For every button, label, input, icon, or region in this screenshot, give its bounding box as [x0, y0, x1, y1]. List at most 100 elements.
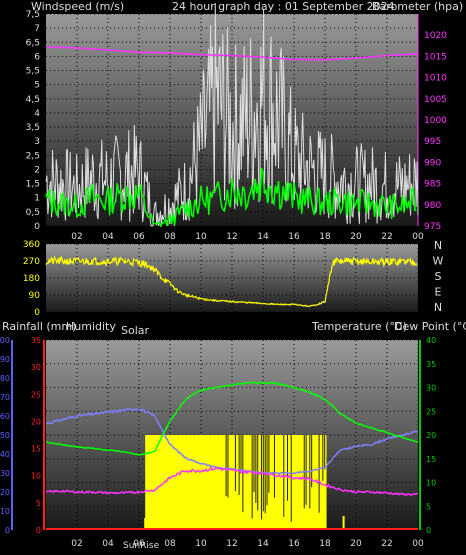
humidity-label: Humidity: [66, 320, 116, 333]
rain-tick-label: 25: [31, 390, 41, 399]
wind-y-tick-label: 3,5: [26, 123, 40, 133]
wind-y-tick-label: 4,5: [26, 95, 40, 105]
temp-tick-label: 5: [426, 502, 431, 511]
x-tick-label: 08: [164, 539, 176, 549]
temp-tick-label: 0: [426, 526, 431, 535]
humidity-tick-label: 70: [0, 393, 10, 402]
windspeed-label: Windspeed (m/s): [31, 0, 124, 13]
compass-label: E: [435, 286, 442, 299]
x-tick-label: 14: [257, 539, 269, 549]
x-tick-label: 22: [381, 232, 392, 242]
barometer-tick-label: 990: [424, 158, 441, 168]
compass-label: N: [434, 239, 442, 252]
barometer-tick-label: 980: [424, 201, 441, 211]
x-tick-label: 20: [350, 539, 362, 549]
wind-panel: 00,511,522,533,544,555,566,577,5 9759809…: [0, 0, 466, 242]
direction-y-tick-label: 360: [23, 240, 40, 250]
humidity-tick-label: 30: [0, 469, 10, 478]
humidity-tick-label: 80: [0, 374, 10, 383]
barometer-tick-label: 995: [424, 137, 441, 147]
humidity-tick-label: 40: [0, 450, 10, 459]
x-tick-label: 12: [226, 232, 237, 242]
direction-y-tick-label: 270: [23, 257, 40, 267]
x-tick-label: 04: [102, 539, 114, 549]
wind-y-tick-label: 2: [34, 165, 40, 175]
weather-graph: 0 0,5 1 1,5 2 2,5 3 3,5 4 4,5 5 5,5 6 6,5 7 7,5 975 980 9…: [0, 0, 466, 555]
x-tick-label: 02: [71, 232, 82, 242]
humidity-tick-label: 100: [0, 336, 10, 345]
x-tick-label: 20: [350, 232, 362, 242]
x-tick-label: 06: [133, 232, 145, 242]
wind-y-tick-label: 3: [34, 137, 40, 147]
rain-tick-label: 10: [31, 472, 41, 481]
humidity-tick-label: 10: [0, 507, 10, 516]
x-tick-label: 16: [288, 539, 300, 549]
direction-compass-labels: NWSEN: [433, 239, 444, 314]
compass-label: S: [435, 270, 442, 283]
humidity-tick-label: 50: [0, 431, 10, 440]
temperature-label: Temperature (°C): [311, 320, 407, 333]
rain-tick-label: 0: [36, 526, 41, 535]
x-tick-label: 10: [195, 539, 207, 549]
dewpoint-label: Dew Point (°C): [394, 320, 466, 333]
x-tick-label: 12: [226, 539, 237, 549]
wind-y-tick-label: 5: [34, 81, 40, 91]
rain-tick-label: 35: [31, 336, 41, 345]
humidity-tick-label: 60: [0, 412, 10, 421]
compass-label: N: [434, 301, 442, 314]
wind-y-tick-label: 6,5: [26, 38, 40, 48]
barometer-tick-label: 1010: [424, 74, 447, 84]
barometer-tick-label: 1005: [424, 95, 447, 105]
x-tick-label: 14: [257, 232, 269, 242]
wind-y-tick-label: 1: [34, 194, 40, 204]
direction-y-tick-label: 90: [29, 291, 41, 301]
barometer-tick-label: 985: [424, 180, 441, 190]
temp-tick-label: 10: [426, 479, 436, 488]
x-tick-label: 18: [319, 232, 331, 242]
rain-tick-label: 5: [36, 499, 41, 508]
wind-y-tick-label: 0: [34, 222, 40, 232]
sunrise-label: SunRise: [123, 541, 160, 551]
temp-panel: Rainfall (mm) Humidity Solar Temperature…: [0, 320, 466, 551]
x-tick-label: 16: [288, 232, 300, 242]
direction-panel: 090180270360 NWSEN: [23, 239, 444, 318]
compass-label: W: [433, 255, 444, 268]
graph-canvas: 00,511,522,533,544,555,566,577,5 9759809…: [0, 0, 466, 551]
x-tick-label: 18: [319, 539, 331, 549]
x-tick-label: 08: [164, 232, 176, 242]
x-tick-label: 02: [71, 539, 82, 549]
direction-y-tick-label: 0: [34, 308, 40, 318]
graph-title: 24 hour graph day : 01 September 2024: [172, 0, 395, 13]
barometer-tick-label: 1000: [424, 116, 447, 126]
wind-y-tick-label: 5,5: [26, 67, 40, 77]
barometer-label: Barometer (hpa): [372, 0, 463, 13]
rain-tick-label: 15: [31, 445, 41, 454]
solar-label: Solar: [121, 324, 150, 337]
wind-y-tick-label: 6: [34, 52, 40, 62]
wind-y-tick-label: 0,5: [26, 208, 40, 218]
humidity-tick-label: 0: [5, 526, 10, 535]
x-tick-label: 10: [195, 232, 207, 242]
rain-tick-label: 30: [31, 363, 41, 372]
temp-tick-label: 35: [426, 360, 436, 369]
barometer-tick-label: 1020: [424, 31, 447, 41]
direction-y-tick-label: 180: [23, 274, 40, 284]
x-tick-label: 22: [381, 539, 392, 549]
rain-tick-label: 20: [31, 417, 41, 426]
wind-y-tick-label: 1,5: [26, 180, 40, 190]
humidity-tick-label: 20: [0, 488, 10, 497]
wind-y-tick-label: 7: [34, 24, 40, 34]
temp-tick-label: 20: [426, 431, 436, 440]
direction-y-ticks: 0 90 180 270 360: [23, 240, 40, 318]
temp-tick-label: 40: [426, 336, 436, 345]
x-tick-label: 04: [102, 232, 114, 242]
wind-y-tick-label: 4: [34, 109, 40, 119]
x-tick-label: 00: [412, 539, 424, 549]
temp-tick-label: 30: [426, 384, 436, 393]
temp-tick-label: 15: [426, 455, 436, 464]
x-tick-label: 00: [412, 232, 424, 242]
wind-y-tick-label: 2,5: [26, 151, 40, 161]
humidity-tick-label: 90: [0, 355, 10, 364]
barometer-tick-label: 975: [424, 222, 441, 232]
barometer-tick-label: 1015: [424, 52, 447, 62]
